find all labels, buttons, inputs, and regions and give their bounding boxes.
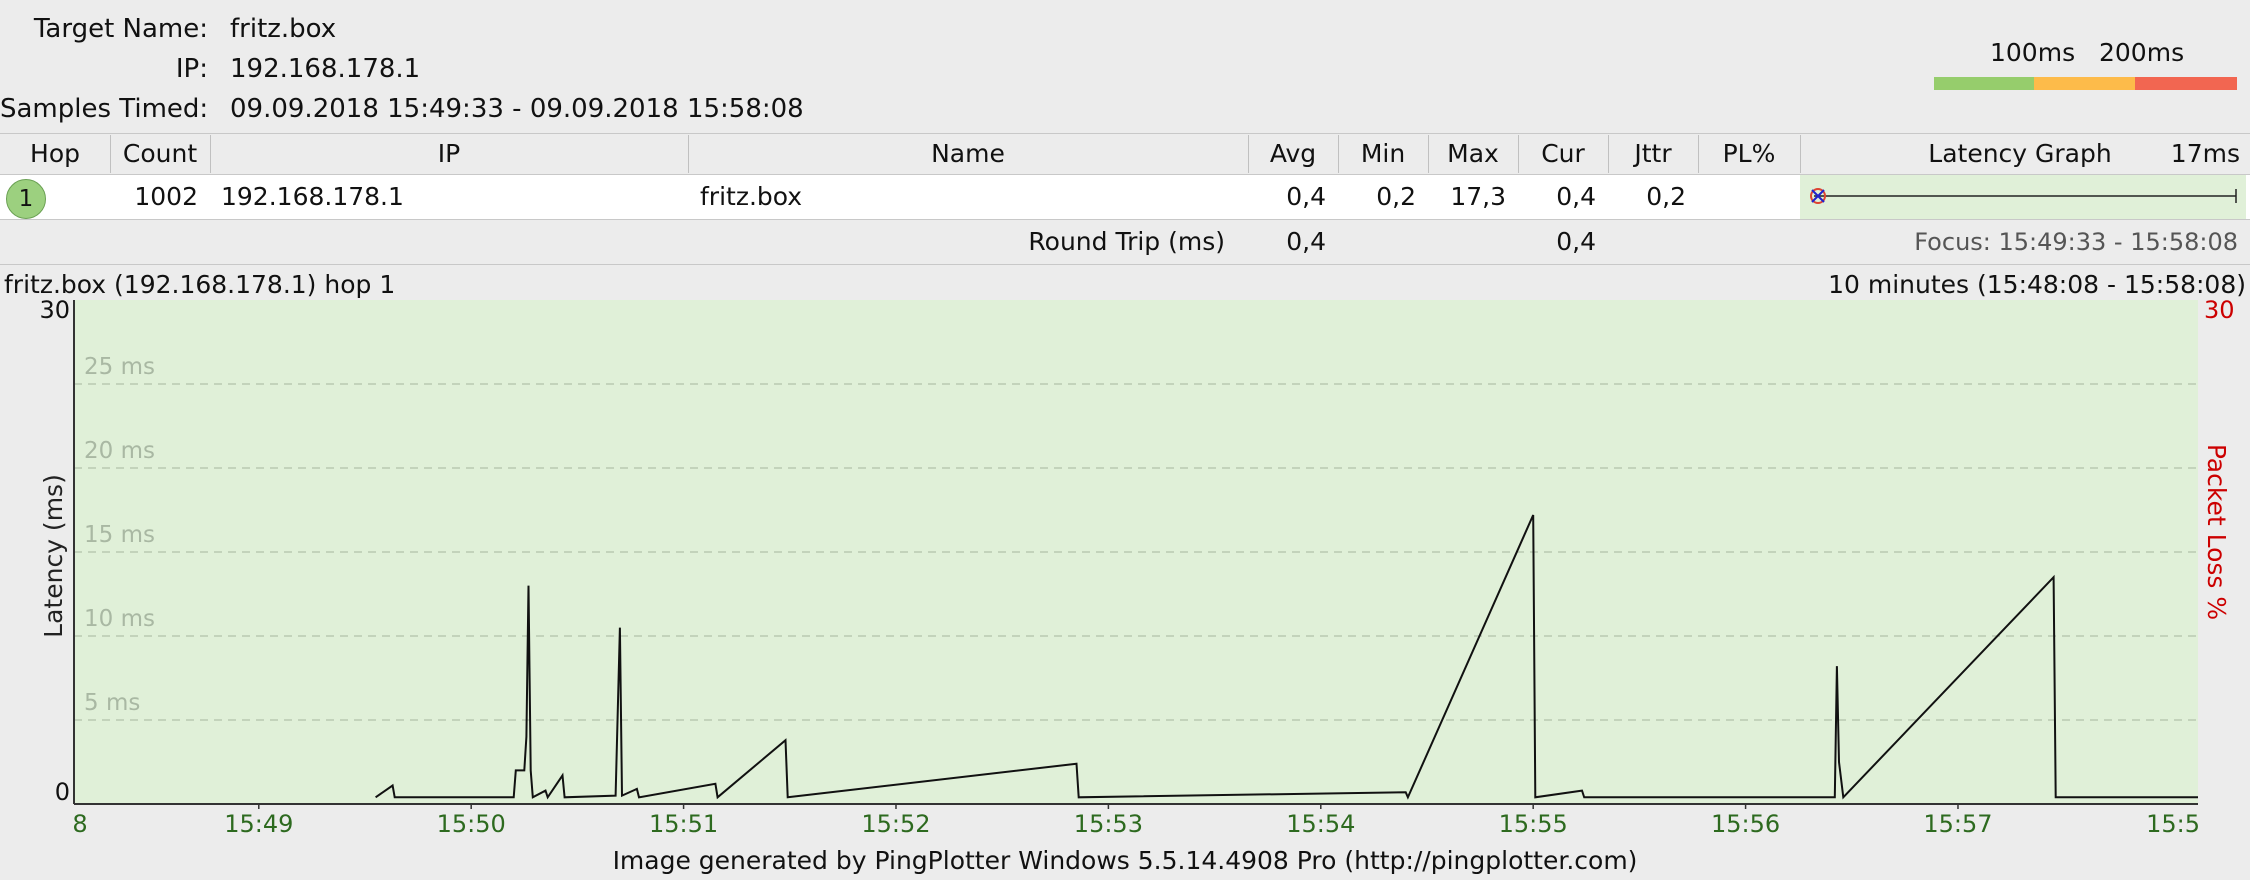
x-tick-label: 15:50 — [437, 810, 506, 838]
column-divider[interactable] — [1248, 135, 1249, 173]
column-divider[interactable] — [1338, 135, 1339, 173]
legend-100ms-label: 100ms — [1990, 38, 2076, 67]
col-latency-graph[interactable]: Latency Graph — [1860, 134, 2180, 174]
column-divider[interactable] — [110, 135, 111, 173]
x-tick-label: 15:53 — [1074, 810, 1143, 838]
column-divider[interactable] — [210, 135, 211, 173]
x-tick-label: 8 — [72, 810, 87, 838]
grid-label: 15 ms — [84, 522, 155, 548]
round-trip-label: Round Trip (ms) — [1028, 227, 1225, 256]
round-trip-cur: 0,4 — [1556, 227, 1596, 256]
legend-good-bar — [1934, 77, 2034, 90]
legend-200ms-label: 200ms — [2099, 38, 2185, 67]
ip-value: 192.168.178.1 — [230, 54, 421, 84]
col-ip[interactable]: IP — [210, 134, 688, 174]
col-pl[interactable]: PL% — [1698, 134, 1800, 174]
col-min[interactable]: Min — [1338, 134, 1428, 174]
samples-value: 09.09.2018 15:49:33 - 09.09.2018 15:58:0… — [230, 94, 804, 124]
target-name-label: Target Name: — [33, 14, 208, 44]
y-tick-max: 30 — [39, 296, 70, 324]
column-divider[interactable] — [1428, 135, 1429, 173]
column-divider[interactable] — [1800, 135, 1801, 173]
legend-bad-bar — [2135, 77, 2237, 90]
x-tick-label: 15:51 — [649, 810, 718, 838]
cell-min: 0,2 — [1376, 182, 1416, 211]
column-divider[interactable] — [1698, 135, 1699, 173]
legend-warn-bar — [2034, 77, 2135, 90]
cell-ip: 192.168.178.1 — [221, 182, 404, 211]
samples-label: Samples Timed: — [0, 94, 209, 124]
ip-label: IP: — [175, 54, 208, 84]
col-jttr[interactable]: Jttr — [1608, 134, 1698, 174]
round-trip-row: Round Trip (ms) 0,4 0,4 Focus: 15:49:33 … — [0, 220, 2250, 265]
x-tick-label: 15:52 — [861, 810, 930, 838]
y2-axis-label: Packet Loss % — [2202, 444, 2231, 620]
cell-count: 1002 — [134, 182, 198, 211]
mini-graph-svg — [1810, 188, 2237, 204]
grid-label: 25 ms — [84, 354, 155, 380]
col-cur[interactable]: Cur — [1518, 134, 1608, 174]
round-trip-avg: 0,4 — [1286, 227, 1326, 256]
x-tick-label: 15:5 — [2146, 810, 2200, 838]
latency-chart[interactable]: 25 ms20 ms15 ms10 ms5 ms 8 15:49 15:50 15:5… — [0, 296, 2250, 856]
cell-avg: 0,4 — [1286, 182, 1326, 211]
hop-badge[interactable]: 1 — [6, 179, 46, 219]
col-hop[interactable]: Hop — [0, 134, 110, 174]
y-axis-label: Latency (ms) — [39, 474, 68, 638]
x-tick-label: 15:54 — [1286, 810, 1355, 838]
plot-background — [74, 300, 2198, 804]
target-name-value: fritz.box — [230, 14, 337, 44]
col-count[interactable]: Count — [110, 134, 210, 174]
x-tick-label: 15:56 — [1711, 810, 1780, 838]
grid-label: 10 ms — [84, 606, 155, 632]
x-tick-label: 15:57 — [1923, 810, 1992, 838]
col-max[interactable]: Max — [1428, 134, 1518, 174]
grid-label: 5 ms — [84, 690, 140, 716]
table-header: Hop Count IP Name Avg Min Max Cur Jttr P… — [0, 133, 2250, 175]
chart-range-label: 10 minutes (15:48:08 - 15:58:08) — [1828, 270, 2246, 299]
focus-range[interactable]: Focus: 15:49:33 - 15:58:08 — [1800, 220, 2238, 264]
cell-jttr: 0,2 — [1646, 182, 1686, 211]
graph-scale: 17ms — [2170, 139, 2240, 168]
y-tick-min: 0 — [55, 778, 70, 806]
cell-pl — [1698, 175, 1788, 219]
grid-label: 20 ms — [84, 438, 155, 464]
column-divider[interactable] — [1518, 135, 1519, 173]
cell-cur: 0,4 — [1556, 182, 1596, 211]
column-divider[interactable] — [1608, 135, 1609, 173]
x-tick-label: 15:49 — [224, 810, 293, 838]
x-ticks: 8 15:49 15:50 15:51 15:52 15:53 15:54 15:55 15:5… — [72, 804, 2200, 838]
footer-text: Image generated by PingPlotter Windows 5… — [612, 846, 1638, 875]
table-row[interactable]: 1002 192.168.178.1 fritz.box 0,4 0,2 17,… — [0, 175, 2250, 220]
cell-name: fritz.box — [700, 182, 803, 211]
cell-max: 17,3 — [1450, 182, 1506, 211]
mini-latency-graph[interactable] — [1800, 175, 2246, 219]
col-avg[interactable]: Avg — [1248, 134, 1338, 174]
x-tick-label: 15:55 — [1499, 810, 1568, 838]
col-name[interactable]: Name — [688, 134, 1248, 174]
column-divider[interactable] — [688, 135, 689, 173]
chart-title: fritz.box (192.168.178.1) hop 1 — [4, 270, 396, 299]
y2-tick-max: 30 — [2204, 296, 2235, 324]
